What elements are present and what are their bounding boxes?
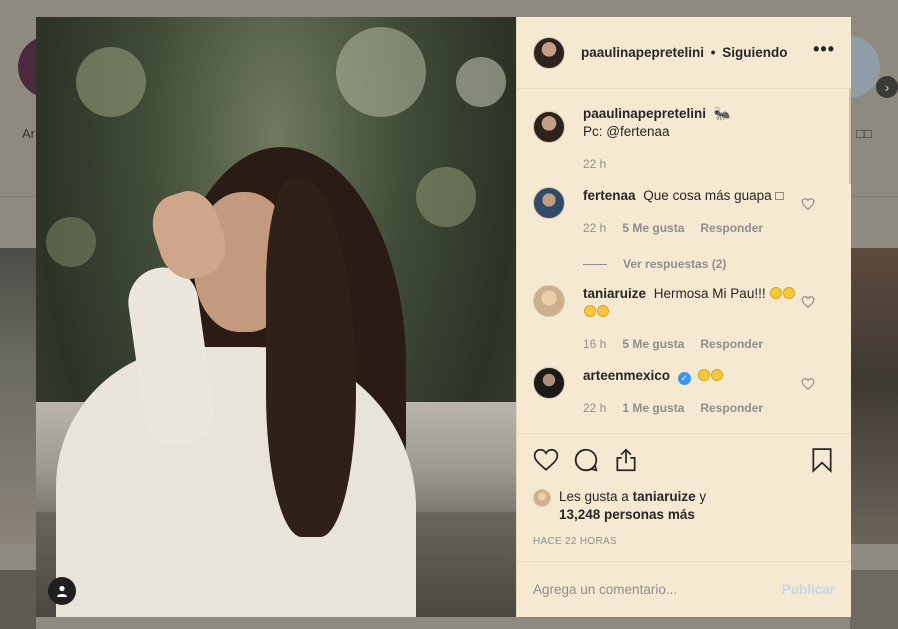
smiling-emoji-icon: [710, 369, 723, 381]
likes-count[interactable]: 13,248 personas más: [559, 507, 695, 522]
likes-text: Les gusta a taniaruize y 13,248 personas…: [559, 488, 706, 524]
share-icon[interactable]: [613, 447, 639, 473]
liker-username[interactable]: taniaruize: [633, 489, 696, 504]
verified-badge-icon: ✓: [677, 372, 691, 385]
caption-time[interactable]: 22 h: [583, 155, 606, 173]
bokeh: [76, 47, 146, 117]
comment-time[interactable]: 16 h: [583, 335, 606, 353]
comment-username[interactable]: taniaruize: [583, 286, 646, 301]
comment-likes[interactable]: 1 Me gusta: [622, 399, 684, 417]
comments-list[interactable]: paaulinapepretelini 🐜 Pc: @fertenaa 22 h…: [517, 89, 851, 433]
comment-meta: 22 h 5 Me gusta Responder: [583, 219, 835, 237]
avatar[interactable]: [533, 111, 565, 143]
view-replies-button[interactable]: Ver respuestas (2): [583, 257, 835, 271]
avatar[interactable]: [533, 367, 565, 399]
heart-icon[interactable]: [801, 197, 815, 211]
chevron-right-icon[interactable]: ›: [876, 76, 898, 98]
post-actions: Les gusta a taniaruize y 13,248 personas…: [517, 433, 851, 561]
action-row: [533, 446, 835, 474]
comment-time[interactable]: 22 h: [583, 399, 606, 417]
comment-likes[interactable]: 5 Me gusta: [622, 335, 684, 353]
header-separator: •: [710, 45, 716, 60]
more-icon[interactable]: •••: [813, 40, 835, 62]
comment-item: fertenaa Que cosa más guapa □ 22 h 5 Me …: [533, 187, 835, 237]
bokeh: [336, 27, 426, 117]
story-label-left: Ar: [22, 126, 35, 141]
photo-sweater: [56, 347, 416, 617]
smiling-emoji-icon: [584, 305, 596, 317]
reply-button[interactable]: Responder: [700, 335, 763, 353]
user-tag-icon: [57, 585, 67, 597]
caption-meta: 22 h: [583, 155, 835, 173]
post-header: paaulinapepretelini • Siguiendo •••: [517, 17, 851, 89]
comment-username[interactable]: arteenmexico: [583, 368, 670, 383]
likes-summary: Les gusta a taniaruize y 13,248 personas…: [533, 488, 835, 524]
caption-body: paaulinapepretelini 🐜 Pc: @fertenaa 22 h: [583, 105, 835, 173]
post-modal: paaulinapepretelini • Siguiendo ••• paau…: [36, 17, 851, 617]
avatar[interactable]: [533, 285, 565, 317]
smiling-emoji-icon: [783, 287, 796, 299]
likes-connector: y: [699, 489, 707, 504]
bokeh: [46, 217, 96, 267]
comment-likes[interactable]: 5 Me gusta: [622, 219, 684, 237]
likes-prefix: Les gusta a: [559, 489, 629, 504]
smiling-emoji-icon: [697, 369, 710, 381]
comment-body: arteenmexico ✓ 22 h 1 Me gusta Responder: [583, 367, 835, 417]
comment-username[interactable]: fertenaa: [583, 188, 636, 203]
comment-item: taniaruize Hermosa Mi Pau!!! 16 h 5 Me g…: [533, 285, 835, 353]
ant-emoji: 🐜: [713, 106, 731, 121]
publish-button[interactable]: Publicar: [782, 582, 835, 597]
caption-username[interactable]: paaulinapepretelini: [583, 106, 706, 121]
story-label-right: □□: [856, 126, 872, 141]
caption: paaulinapepretelini 🐜 Pc: @fertenaa 22 h: [533, 105, 835, 173]
avatar[interactable]: [533, 489, 551, 507]
header-text: paaulinapepretelini • Siguiendo: [581, 45, 788, 60]
post-photo[interactable]: [36, 17, 516, 617]
grid-thumbnail-left[interactable]: [0, 248, 36, 544]
reply-button[interactable]: Responder: [700, 399, 763, 417]
caption-credit: Pc: @fertenaa: [583, 124, 670, 139]
comment-text: Hermosa Mi Pau!!!: [653, 286, 766, 301]
comment-body: fertenaa Que cosa más guapa □ 22 h 5 Me …: [583, 187, 835, 237]
user-tag-button[interactable]: [48, 577, 76, 605]
avatar[interactable]: [533, 187, 565, 219]
grid-thumbnail-right[interactable]: [850, 248, 898, 544]
bokeh: [416, 167, 476, 227]
grid-thumbnail-bottom-left[interactable]: [0, 570, 36, 629]
comment-item: arteenmexico ✓ 22 h 1 Me gusta Responder: [533, 367, 835, 417]
comment-time[interactable]: 22 h: [583, 219, 606, 237]
heart-icon[interactable]: [801, 377, 815, 391]
replies-line: [583, 263, 607, 265]
smiling-emoji-icon: [770, 287, 783, 299]
bookmark-icon[interactable]: [809, 447, 835, 473]
comment-text: Que cosa más guapa □: [643, 188, 784, 203]
follow-status-button[interactable]: Siguiendo: [722, 45, 787, 60]
avatar[interactable]: [533, 36, 565, 69]
smiling-emoji-icon: [597, 305, 609, 317]
heart-icon[interactable]: [801, 295, 815, 309]
comment-body: taniaruize Hermosa Mi Pau!!! 16 h 5 Me g…: [583, 285, 835, 353]
comment-meta: 16 h 5 Me gusta Responder: [583, 335, 835, 353]
comment-meta: 22 h 1 Me gusta Responder: [583, 399, 835, 417]
grid-thumbnail-bottom-right[interactable]: [850, 570, 898, 629]
view-replies-label: Ver respuestas (2): [623, 257, 727, 271]
comment-box: Publicar: [517, 561, 851, 617]
post-sidebar: paaulinapepretelini • Siguiendo ••• paau…: [516, 17, 851, 617]
reply-button[interactable]: Responder: [700, 219, 763, 237]
comment-icon[interactable]: [573, 447, 599, 473]
bokeh: [456, 57, 506, 107]
comment-input[interactable]: [533, 582, 782, 597]
heart-icon[interactable]: [533, 447, 559, 473]
author-username[interactable]: paaulinapepretelini: [581, 45, 704, 60]
post-timestamp[interactable]: HACE 22 HORAS: [533, 536, 835, 561]
